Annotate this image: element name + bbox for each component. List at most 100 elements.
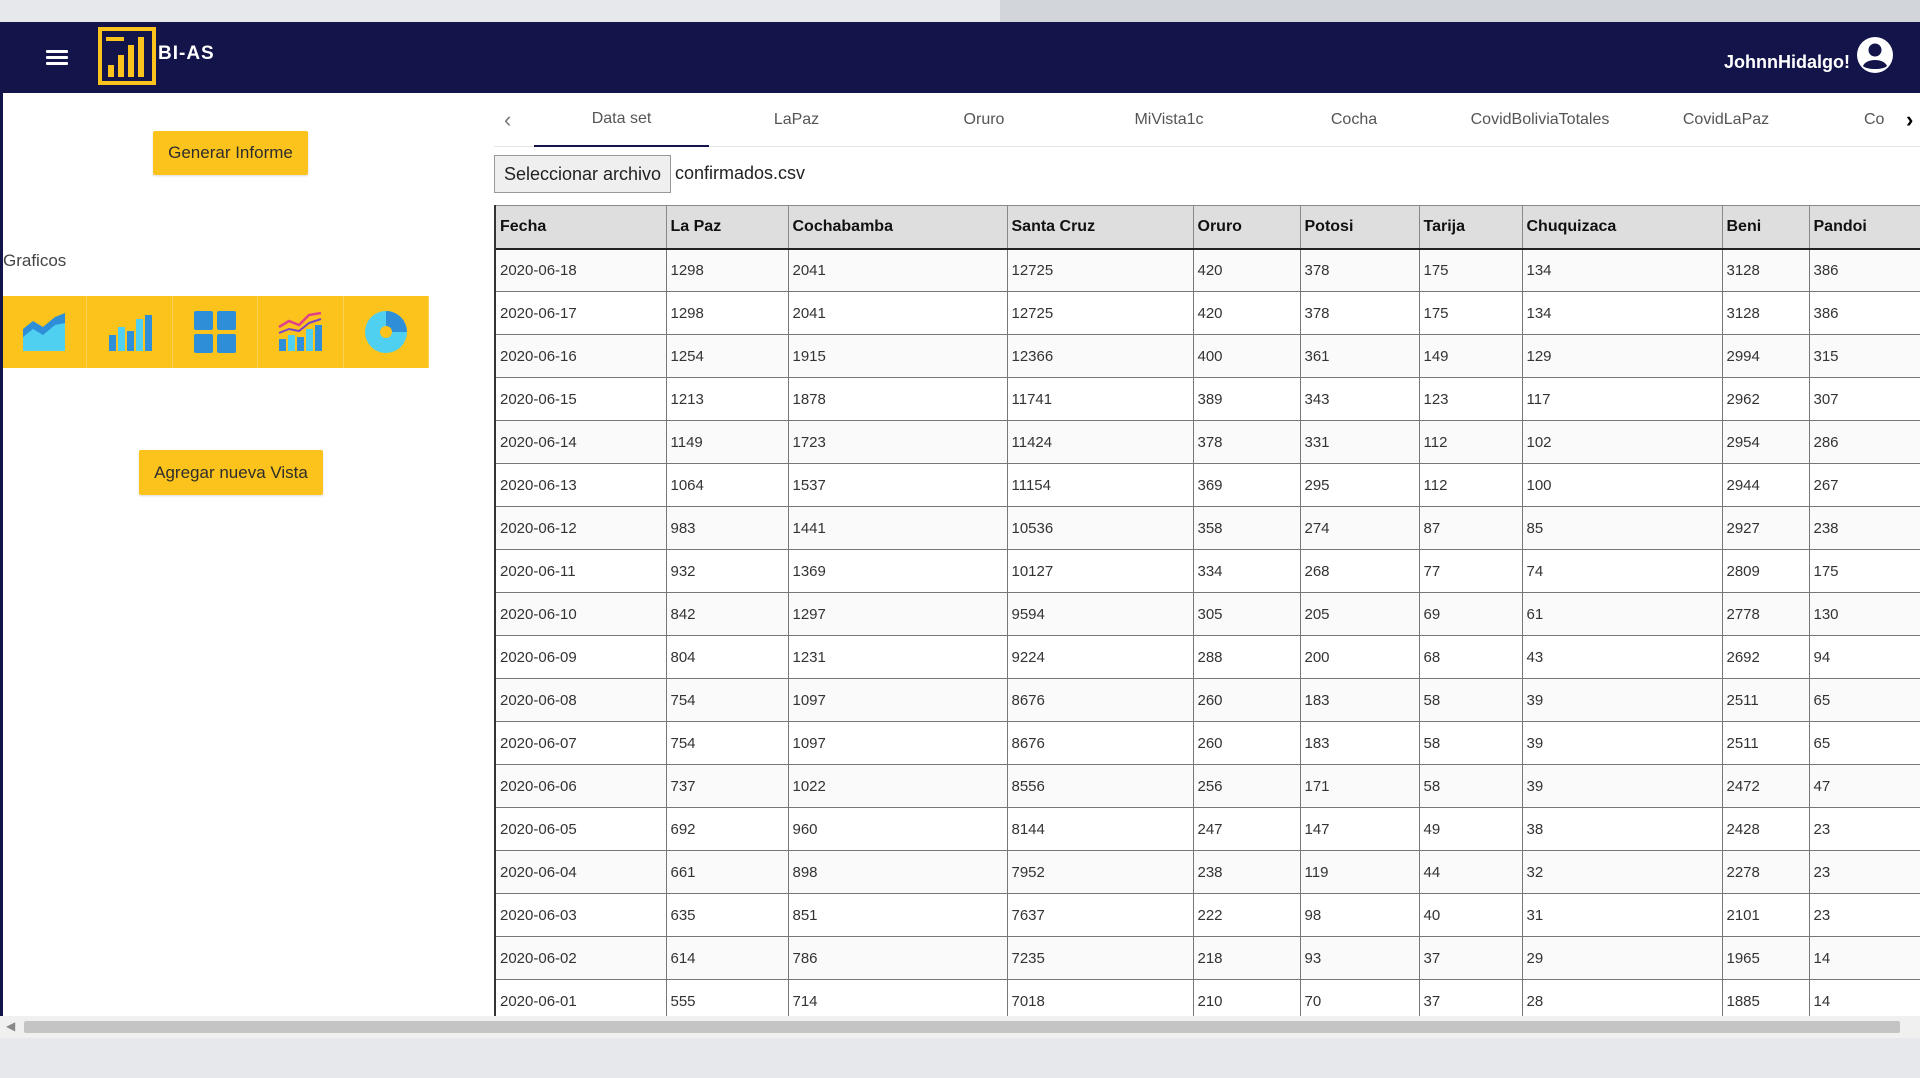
table-cell: 1231 <box>788 635 1008 679</box>
table-cell: 2511 <box>1722 721 1810 765</box>
table-cell: 256 <box>1193 764 1301 808</box>
column-header[interactable]: Chuquizaca <box>1522 205 1723 250</box>
column-header[interactable]: La Paz <box>666 205 789 250</box>
generate-report-button[interactable]: Generar Informe <box>153 131 308 175</box>
table-cell: 1022 <box>788 764 1008 808</box>
table-cell: 2020-06-14 <box>496 420 667 464</box>
table-cell: 8556 <box>1007 764 1194 808</box>
table-cell: 112 <box>1419 420 1523 464</box>
table-cell: 134 <box>1522 248 1723 292</box>
bar-chart-button[interactable] <box>87 296 173 368</box>
table-cell: 378 <box>1193 420 1301 464</box>
add-view-button[interactable]: Agregar nueva Vista <box>139 450 323 495</box>
menu-icon[interactable] <box>40 44 74 72</box>
table-cell: 2778 <box>1722 592 1810 636</box>
table-row: 2020-06-03 635 851 7637 222 98 40 31 2101 23 <box>496 893 1920 937</box>
combo-chart-button[interactable] <box>258 296 344 368</box>
table-cell: 286 <box>1809 420 1920 464</box>
table-cell: 358 <box>1193 506 1301 550</box>
table-cell: 2020-06-04 <box>496 850 667 894</box>
table-cell: 2020-06-16 <box>496 334 667 378</box>
table-cell: 1213 <box>666 377 789 421</box>
table-row: 2020-06-02 614 786 7235 218 93 37 29 1965 14 <box>496 936 1920 980</box>
table-row: 2020-06-18 1298 2041 12725 420 378 175 134 3128 3… <box>496 248 1920 292</box>
tab-covidboliviatotales[interactable]: CovidBoliviaTotales <box>1454 93 1626 147</box>
table-cell: 31 <box>1522 893 1723 937</box>
table-cell: 8144 <box>1007 807 1194 851</box>
column-header[interactable]: Fecha <box>496 205 667 250</box>
tab-scroll-right-icon[interactable]: › <box>1906 107 1920 132</box>
column-header[interactable]: Beni <box>1722 205 1810 250</box>
table-cell: 23 <box>1809 807 1920 851</box>
tab-oruro[interactable]: Oruro <box>884 93 1084 147</box>
tab-lapaz[interactable]: LaPaz <box>709 93 884 147</box>
grid-chart-button[interactable] <box>173 296 259 368</box>
tab-scroll-left-icon[interactable]: ‹ <box>504 107 528 132</box>
pie-chart-button[interactable] <box>344 296 429 368</box>
table-cell: 65 <box>1809 721 1920 765</box>
table-cell: 175 <box>1419 248 1523 292</box>
table-cell: 10536 <box>1007 506 1194 550</box>
data-table-container: Fecha La Paz Cochabamba Santa Cruz Oruro Poto… <box>494 205 1920 1024</box>
table-cell: 87 <box>1419 506 1523 550</box>
table-cell: 2020-06-11 <box>496 549 667 593</box>
table-cell: 1254 <box>666 334 789 378</box>
table-cell: 268 <box>1300 549 1420 593</box>
table-cell: 183 <box>1300 678 1420 722</box>
table-cell: 2428 <box>1722 807 1810 851</box>
column-header[interactable]: Potosi <box>1300 205 1420 250</box>
table-cell: 661 <box>666 850 789 894</box>
scroll-left-arrow-icon[interactable]: ◀ <box>6 1019 15 1033</box>
table-cell: 2020-06-08 <box>496 678 667 722</box>
table-cell: 2962 <box>1722 377 1810 421</box>
table-cell: 37 <box>1419 936 1523 980</box>
table-cell: 804 <box>666 635 789 679</box>
column-header[interactable]: Tarija <box>1419 205 1523 250</box>
tab-cocha[interactable]: Cocha <box>1254 93 1454 147</box>
column-header[interactable]: Santa Cruz <box>1007 205 1194 250</box>
table-cell: 420 <box>1193 291 1301 335</box>
table-cell: 10127 <box>1007 549 1194 593</box>
table-row: 2020-06-11 932 1369 10127 334 268 77 74 2809 175 <box>496 549 1920 593</box>
scrollbar-thumb[interactable] <box>24 1021 1900 1033</box>
column-header[interactable]: Pandoi <box>1809 205 1920 250</box>
table-cell: 32 <box>1522 850 1723 894</box>
table-cell: 238 <box>1193 850 1301 894</box>
table-cell: 14 <box>1809 936 1920 980</box>
column-header[interactable]: Oruro <box>1193 205 1301 250</box>
table-row: 2020-06-06 737 1022 8556 256 171 58 39 2472 47 <box>496 764 1920 808</box>
column-header[interactable]: Cochabamba <box>788 205 1008 250</box>
horizontal-scrollbar[interactable]: ◀ <box>0 1016 1920 1038</box>
tab-mivista1c[interactable]: MiVista1c <box>1084 93 1254 147</box>
table-cell: 23 <box>1809 850 1920 894</box>
select-file-button[interactable]: Seleccionar archivo <box>494 155 671 193</box>
table-cell: 1441 <box>788 506 1008 550</box>
area-chart-icon <box>23 313 66 351</box>
table-cell: 130 <box>1809 592 1920 636</box>
tab-data-set[interactable]: Data set <box>534 93 709 147</box>
tab-covidlapaz[interactable]: CovidLaPaz <box>1626 93 1826 147</box>
table-cell: 2954 <box>1722 420 1810 464</box>
table-cell: 85 <box>1522 506 1723 550</box>
table-cell: 315 <box>1809 334 1920 378</box>
data-table: Fecha La Paz Cochabamba Santa Cruz Oruro Poto… <box>496 205 1920 1024</box>
table-cell: 58 <box>1419 678 1523 722</box>
selected-file-name: confirmados.csv <box>675 163 806 183</box>
table-cell: 1878 <box>788 377 1008 421</box>
table-cell: 1965 <box>1722 936 1810 980</box>
table-cell: 2020-06-13 <box>496 463 667 507</box>
user-avatar-icon[interactable] <box>1856 36 1894 74</box>
area-chart-button[interactable] <box>2 296 88 368</box>
table-cell: 123 <box>1419 377 1523 421</box>
table-cell: 183 <box>1300 721 1420 765</box>
view-tabs: ‹ Data set LaPaz Oruro MiVista1c Cocha C… <box>494 93 1920 147</box>
table-cell: 149 <box>1419 334 1523 378</box>
tab-co[interactable]: Co <box>1864 93 1904 147</box>
table-cell: 295 <box>1300 463 1420 507</box>
table-cell: 8676 <box>1007 721 1194 765</box>
table-cell: 369 <box>1193 463 1301 507</box>
table-cell: 2472 <box>1722 764 1810 808</box>
table-cell: 851 <box>788 893 1008 937</box>
table-cell: 119 <box>1300 850 1420 894</box>
table-row: 2020-06-13 1064 1537 11154 369 295 112 100 2944 2… <box>496 463 1920 507</box>
